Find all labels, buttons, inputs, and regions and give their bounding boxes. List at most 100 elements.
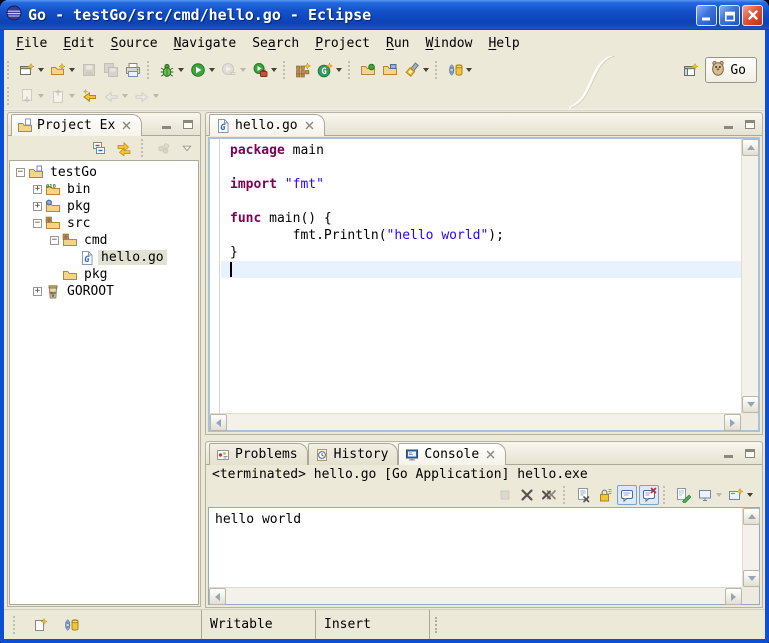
back-button[interactable] [101,86,130,106]
view-menu-button[interactable] [179,140,195,156]
dropdown-arrow-icon[interactable] [69,68,75,72]
dropdown-arrow-icon[interactable] [178,68,184,72]
dropdown-arrow-icon[interactable] [271,68,277,72]
tree-item-pkg[interactable]: pkg [10,266,198,283]
close-icon[interactable] [121,120,132,131]
tree-item-hello-go[interactable]: Ghello.go [10,249,198,266]
save-button[interactable] [79,60,99,80]
go-environment-button[interactable] [445,60,474,80]
collapse-expander-icon[interactable]: − [16,168,25,177]
code-line[interactable] [221,261,741,278]
scroll-left-button[interactable] [210,414,227,431]
minimize-pane-button[interactable] [720,117,736,131]
collapse-expander-icon[interactable]: − [50,236,59,245]
scroll-left-button[interactable] [209,588,226,605]
show-stderr-when-changed-toggle[interactable] [639,485,659,505]
tab-console[interactable]: Console [398,443,506,465]
dropdown-arrow-icon[interactable] [209,68,215,72]
terminate-button[interactable] [495,485,515,505]
tree-item-testgo[interactable]: −testGo [10,164,198,181]
new-wizard-button[interactable] [17,60,46,80]
profile-button[interactable] [219,60,248,80]
dropdown-arrow-icon[interactable] [423,68,429,72]
scroll-down-button[interactable] [742,396,759,413]
new-go-file-button[interactable]: G [315,60,344,80]
menu-help[interactable]: Help [480,32,527,55]
tab-problems[interactable]: Problems [209,443,308,465]
maximize-button[interactable] [719,5,740,26]
tree-item-src[interactable]: −src [10,215,198,232]
new-go-element-button[interactable] [48,60,77,80]
maximize-pane-button[interactable] [180,117,196,131]
run-external-tools-button[interactable] [250,60,279,80]
tree-item-pkg[interactable]: +pkg [10,198,198,215]
run-button[interactable] [188,60,217,80]
scroll-up-button[interactable] [742,139,759,156]
open-resource-button[interactable] [380,60,400,80]
dropdown-arrow-icon[interactable] [336,68,342,72]
link-with-editor-button[interactable] [114,138,134,158]
menu-source[interactable]: Source [103,32,166,55]
code-line[interactable] [221,159,741,176]
menu-run[interactable]: Run [378,32,417,55]
minimize-pane-button[interactable] [158,117,174,131]
last-edit-location-button[interactable] [79,86,99,106]
editor-horizontal-scrollbar[interactable] [210,413,741,430]
collapse-all-button[interactable] [89,138,109,158]
expand-expander-icon[interactable]: + [33,185,42,194]
minimize-button[interactable] [696,5,717,26]
close-icon[interactable] [485,449,496,460]
close-icon[interactable] [304,120,315,131]
save-all-button[interactable] [101,60,121,80]
menu-project[interactable]: Project [307,32,378,55]
maximize-pane-button[interactable] [742,117,758,131]
code-editor[interactable]: package main import "fmt" func main() { fm… [221,139,741,413]
open-type-button[interactable] [358,60,378,80]
previous-annotation-button[interactable] [48,86,77,106]
scroll-down-button[interactable] [743,570,760,587]
view-menu-beads-icon[interactable] [154,138,174,158]
minimize-pane-button[interactable] [720,446,736,460]
console-vertical-scrollbar[interactable] [742,508,759,587]
collapse-expander-icon[interactable]: − [33,219,42,228]
pin-console-button[interactable] [673,485,693,505]
print-button[interactable] [123,60,143,80]
code-line[interactable]: fmt.Println("hello world"); [221,227,741,244]
tab-project-explorer[interactable]: Project Ex [11,114,142,136]
scroll-lock-button[interactable] [595,485,615,505]
code-line[interactable] [221,193,741,210]
dropdown-arrow-icon[interactable] [38,68,44,72]
debug-button[interactable] [157,60,186,80]
fast-view-button[interactable] [31,615,51,635]
go-perspective-button[interactable]: Go [705,57,757,83]
open-perspective-button[interactable] [681,60,701,80]
tree-item-bin[interactable]: +010bin [10,181,198,198]
forward-button[interactable] [132,86,161,106]
remove-all-terminated-button[interactable] [539,485,559,505]
menu-navigate[interactable]: Navigate [166,32,245,55]
expand-expander-icon[interactable]: + [33,202,42,211]
console-horizontal-scrollbar[interactable] [209,587,742,604]
code-line[interactable]: package main [221,142,741,159]
display-selected-console-button[interactable] [695,485,724,505]
dropdown-arrow-icon[interactable] [747,493,753,497]
project-tree[interactable]: −testGo+010bin+pkg−src−cmdGhello.gopkg+G… [9,160,199,605]
code-line[interactable]: import "fmt" [221,176,741,193]
code-line[interactable]: func main() { [221,210,741,227]
maximize-pane-button[interactable] [742,446,758,460]
menu-window[interactable]: Window [417,32,480,55]
remove-launch-button[interactable] [517,485,537,505]
tab-history[interactable]: History [308,443,399,465]
scroll-right-button[interactable] [725,588,742,605]
menu-file[interactable]: File [8,32,55,55]
menu-edit[interactable]: Edit [55,32,102,55]
open-console-button[interactable] [726,485,755,505]
go-environment-button[interactable] [61,615,81,635]
editor-vertical-scrollbar[interactable] [741,139,758,413]
code-line[interactable]: } [221,244,741,261]
annotation-ruler[interactable] [210,139,220,413]
dropdown-arrow-icon[interactable] [466,68,472,72]
console-output[interactable]: hello world [209,508,742,587]
tab-hello-go[interactable]: G hello.go [209,114,325,136]
tree-item-cmd[interactable]: −cmd [10,232,198,249]
